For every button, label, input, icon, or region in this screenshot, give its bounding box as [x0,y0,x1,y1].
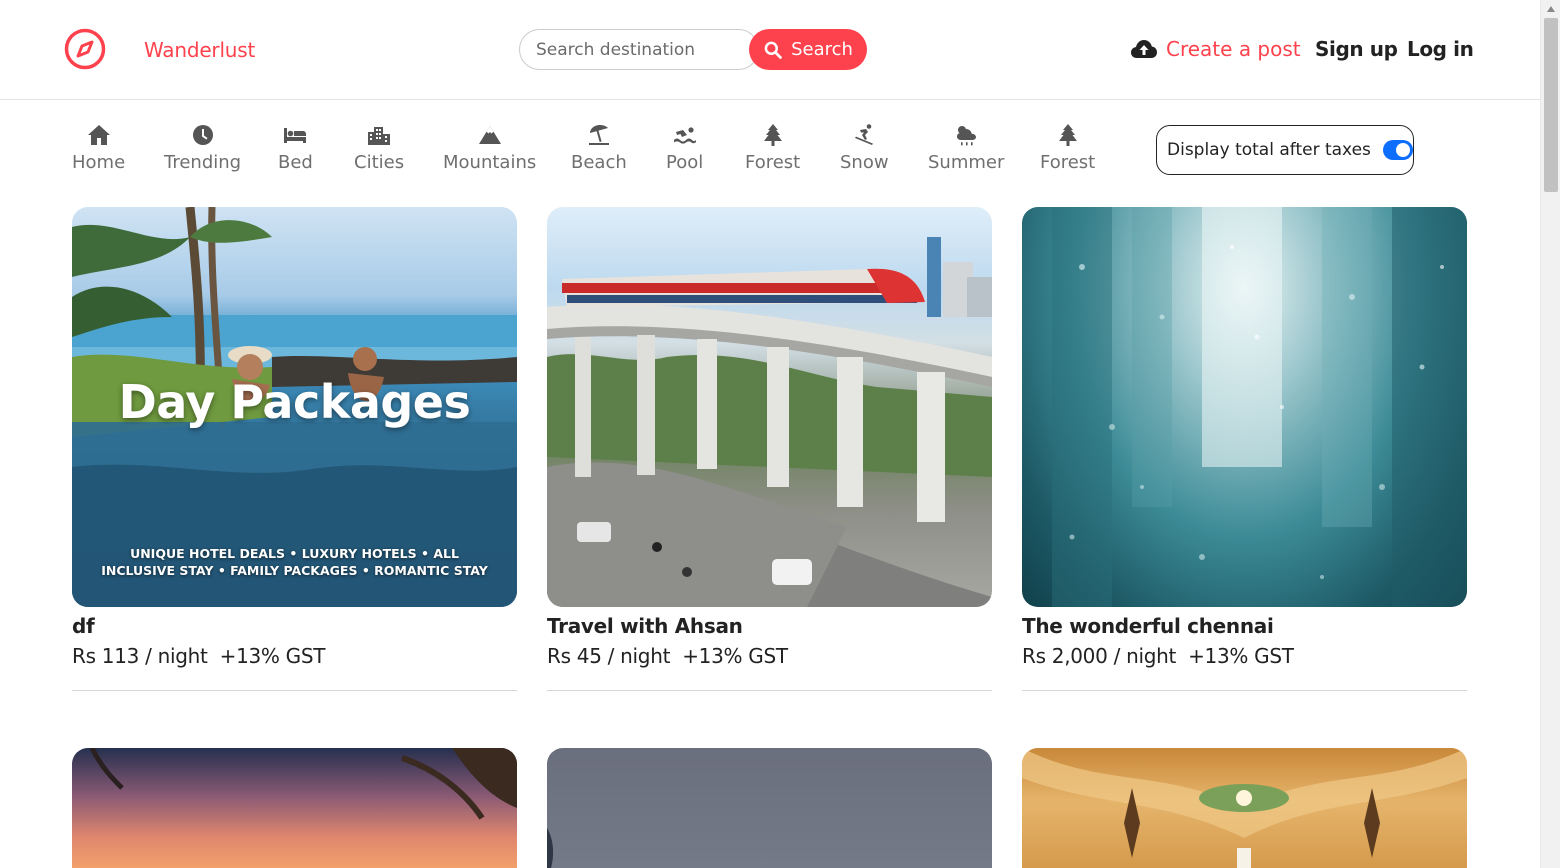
rain-photo [1052,207,1467,607]
filter-forest-2[interactable]: Forest [1040,122,1095,173]
create-post-link[interactable]: Create a post [1130,37,1301,61]
filter-label: Summer [928,152,1005,173]
search-icon [764,41,782,59]
tax-toggle-label: Display total after taxes [1167,140,1371,160]
filter-label: Home [72,152,126,173]
filter-bed[interactable]: Bed [278,122,313,173]
listing-image[interactable] [72,748,517,868]
listing-tax: +13% GST [1188,644,1294,668]
listing-title: The wonderful chennai [1022,614,1274,638]
listing-card[interactable] [72,748,517,868]
filter-label: Mountains [443,152,537,173]
compass-logo-icon[interactable] [63,27,107,71]
sunset-photo [89,748,517,820]
filter-label: Beach [571,152,627,173]
filter-beach[interactable]: Beach [571,122,627,173]
listing-card[interactable]: Travel with Ahsan Rs 45 / night +13% GST [547,207,992,691]
cloud-sun-rain-icon [953,122,979,148]
filter-forest[interactable]: Forest [745,122,800,173]
login-link[interactable]: Log in [1407,37,1474,61]
swimmer-icon [672,122,698,148]
search-button[interactable]: Search [749,29,867,70]
listing-tax: +13% GST [682,644,788,668]
filter-snow[interactable]: Snow [840,122,889,173]
listing-price-value: Rs 113 / night [72,644,208,668]
listing-price: Rs 2,000 / night +13% GST [1022,641,1467,671]
tent-interior-photo [1022,748,1467,868]
listing-image-headline: Day Packages [118,375,471,429]
tax-toggle[interactable]: Display total after taxes [1156,125,1414,175]
filter-bar: Home Trending Bed Cities Mountains Beach [0,100,1540,200]
listing-price: Rs 45 / night +13% GST [547,641,992,671]
tree-icon [1055,122,1081,148]
listing-title: df [72,614,95,638]
listing-image[interactable]: Day Packages UNIQUE HOTEL DEALS • LUXURY… [72,207,517,607]
listing-card[interactable]: The wonderful chennai Rs 2,000 / night +… [1022,207,1467,691]
filter-label: Bed [278,152,313,173]
tax-toggle-switch[interactable] [1382,140,1413,160]
filter-label: Snow [840,152,889,173]
filter-mountains[interactable]: Mountains [443,122,536,173]
brand-link[interactable]: Wanderlust [144,38,255,62]
listing-card[interactable]: Day Packages UNIQUE HOTEL DEALS • LUXURY… [72,207,517,691]
listing-tax: +13% GST [219,644,326,668]
city-icon [366,122,392,148]
listing-image-tagline: UNIQUE HOTEL DEALS • LUXURY HOTELS • ALL… [101,546,488,578]
create-post-label: Create a post [1166,37,1301,61]
search-button-label: Search [791,39,853,60]
listing-card[interactable] [547,748,992,868]
cloud-upload-icon [1131,40,1157,58]
search-input[interactable] [519,29,759,70]
navbar: Wanderlust Search Create a post Sign up … [0,0,1540,100]
scroll-up-arrow-icon[interactable] [1541,0,1560,18]
listing-price-value: Rs 2,000 / night [1022,644,1177,668]
listing-price-value: Rs 45 / night [547,644,671,668]
skier-icon [851,122,877,148]
switch-knob [1396,143,1410,157]
signup-link[interactable]: Sign up [1315,37,1398,61]
listing-card[interactable] [1022,748,1467,868]
listing-title: Travel with Ahsan [547,614,743,638]
grey-photo [547,828,554,868]
scrollbar-thumb[interactable] [1544,18,1558,192]
listing-image[interactable] [547,748,992,868]
filter-label: Cities [354,152,405,173]
filter-cities[interactable]: Cities [354,122,404,173]
mountain-icon [477,122,503,148]
filter-summer[interactable]: Summer [928,122,1004,173]
filter-label: Trending [164,152,242,173]
bed-icon [282,122,308,148]
listing-image[interactable] [1022,207,1467,607]
filter-home[interactable]: Home [72,122,125,173]
card-divider [547,690,992,691]
home-icon [86,122,112,148]
listing-price: Rs 113 / night +13% GST [72,641,517,671]
filter-label: Forest [1040,152,1096,173]
listing-image[interactable] [1022,748,1467,868]
filter-pool[interactable]: Pool [666,122,703,173]
filter-trending[interactable]: Trending [164,122,241,173]
umbrella-beach-icon [586,122,612,148]
filter-label: Forest [745,152,801,173]
tree-icon [760,122,786,148]
clock-icon [190,122,216,148]
listing-image[interactable] [547,207,992,607]
card-divider [1022,690,1467,691]
card-divider [72,690,517,691]
page-scrollbar[interactable] [1540,0,1560,868]
metro-photo [547,237,992,607]
filter-label: Pool [666,152,704,173]
